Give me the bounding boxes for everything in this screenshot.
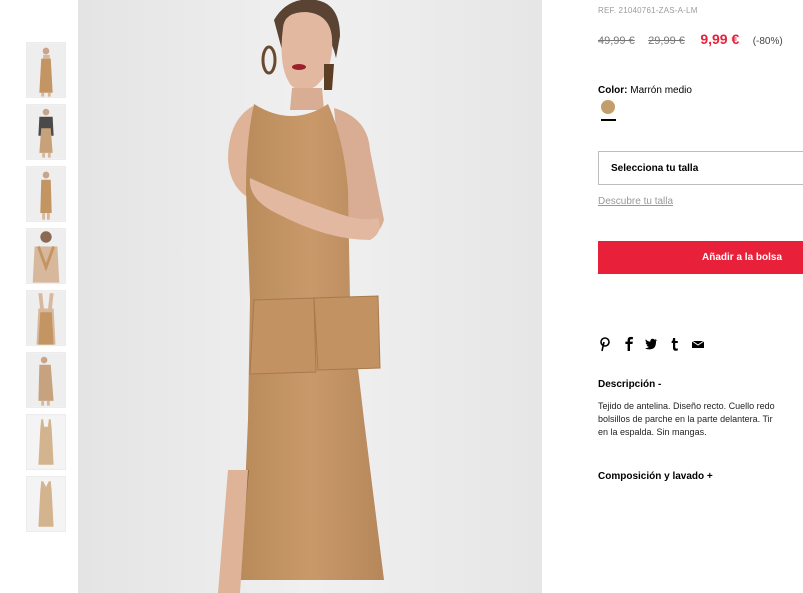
thumbnail-5[interactable] bbox=[26, 290, 66, 346]
product-info-panel: REF. 21040761-ZAS-A-LM 49,99 € 29,99 € 9… bbox=[598, 0, 803, 593]
add-to-bag-button[interactable]: Añadir a la bolsa bbox=[598, 241, 803, 274]
product-reference: REF. 21040761-ZAS-A-LM bbox=[598, 6, 698, 15]
previous-price: 29,99 € bbox=[648, 35, 685, 47]
color-label: Color: bbox=[598, 85, 628, 96]
pinterest-icon[interactable] bbox=[598, 336, 612, 352]
add-to-bag-label: Añadir a la bolsa bbox=[702, 252, 783, 263]
thumbnail-6[interactable] bbox=[26, 352, 66, 408]
color-info: Color: Marrón medio bbox=[598, 85, 692, 96]
thumbnail-2[interactable] bbox=[26, 104, 66, 160]
email-icon[interactable] bbox=[691, 336, 705, 352]
color-swatch-brown[interactable] bbox=[601, 100, 615, 114]
description-line: Tejido de antelina. Diseño recto. Cuello… bbox=[598, 401, 775, 411]
description-text: Tejido de antelina. Diseño recto. Cuello… bbox=[598, 400, 803, 439]
twitter-icon[interactable] bbox=[644, 336, 658, 352]
description-line: en la espalda. Sin mangas. bbox=[598, 427, 707, 437]
composition-toggle[interactable]: Composición y lavado + bbox=[598, 471, 713, 482]
main-product-image[interactable] bbox=[78, 0, 542, 593]
current-price: 9,99 € bbox=[700, 31, 740, 47]
thumbnail-4[interactable] bbox=[26, 228, 66, 284]
description-line: bolsillos de parche en la parte delanter… bbox=[598, 414, 773, 424]
size-guide-link[interactable]: Descubre tu talla bbox=[598, 196, 673, 207]
color-value: Marrón medio bbox=[630, 85, 692, 96]
thumbnail-7[interactable] bbox=[26, 414, 66, 470]
thumbnail-3[interactable] bbox=[26, 166, 66, 222]
size-select[interactable]: Selecciona tu talla bbox=[598, 151, 803, 185]
description-toggle[interactable]: Descripción - bbox=[598, 379, 661, 390]
thumbnail-1[interactable] bbox=[26, 42, 66, 98]
size-select-placeholder: Selecciona tu talla bbox=[611, 163, 699, 174]
facebook-icon[interactable] bbox=[622, 336, 636, 352]
tumblr-icon[interactable] bbox=[668, 336, 682, 352]
price-block: 49,99 € 29,99 € 9,99 € (-80%) bbox=[598, 31, 783, 49]
original-price: 49,99 € bbox=[598, 35, 635, 47]
selected-swatch-indicator bbox=[601, 119, 616, 121]
discount-badge: (-80%) bbox=[752, 36, 783, 47]
thumbnail-8[interactable] bbox=[26, 476, 66, 532]
